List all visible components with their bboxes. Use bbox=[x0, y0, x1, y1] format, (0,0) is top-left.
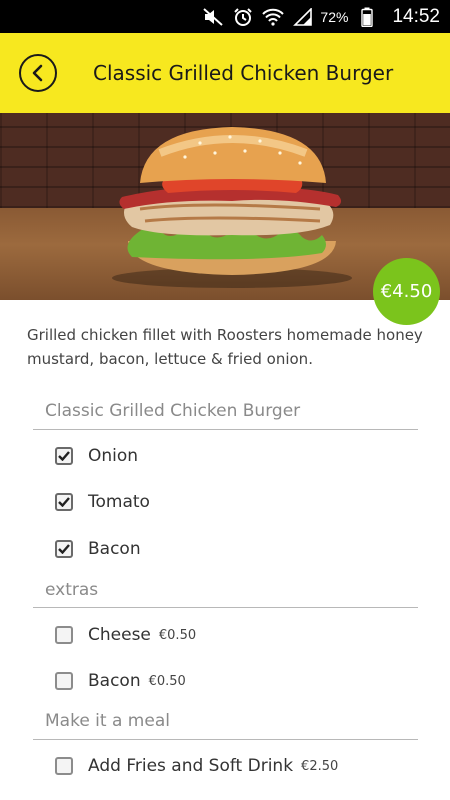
option-tomato[interactable]: Tomato bbox=[55, 490, 150, 514]
alarm-icon bbox=[232, 7, 254, 27]
option-label: Cheese bbox=[88, 625, 151, 645]
checkbox-checked-icon[interactable] bbox=[55, 540, 73, 558]
option-label: Tomato bbox=[88, 492, 150, 512]
mute-icon bbox=[202, 7, 224, 27]
checkbox-icon[interactable] bbox=[55, 672, 73, 690]
option-fries-drink[interactable]: Add Fries and Soft Drink €2.50 bbox=[55, 754, 338, 778]
section-divider bbox=[33, 607, 418, 608]
checkbox-icon[interactable] bbox=[55, 757, 73, 775]
battery-icon bbox=[356, 7, 378, 27]
checkbox-checked-icon[interactable] bbox=[55, 447, 73, 465]
option-extra-bacon[interactable]: Bacon €0.50 bbox=[55, 669, 186, 693]
checkbox-checked-icon[interactable] bbox=[55, 493, 73, 511]
section-title-burger: Classic Grilled Chicken Burger bbox=[45, 401, 301, 421]
wifi-icon bbox=[262, 7, 285, 27]
chevron-left-icon bbox=[32, 64, 43, 82]
option-label: Bacon bbox=[88, 671, 141, 691]
option-bacon[interactable]: Bacon bbox=[55, 537, 141, 561]
section-divider bbox=[33, 429, 418, 430]
checkbox-icon[interactable] bbox=[55, 626, 73, 644]
back-button[interactable] bbox=[19, 54, 57, 92]
app-header: Classic Grilled Chicken Burger bbox=[0, 33, 450, 113]
section-title-extras: extras bbox=[45, 580, 99, 600]
option-cheese[interactable]: Cheese €0.50 bbox=[55, 623, 196, 647]
section-title-meal: Make it a meal bbox=[45, 711, 170, 731]
page-title: Classic Grilled Chicken Burger bbox=[93, 61, 394, 85]
clock-time: 14:52 bbox=[392, 5, 440, 27]
product-description: Grilled chicken fillet with Roosters hom… bbox=[27, 326, 423, 368]
option-price: €2.50 bbox=[301, 758, 339, 774]
option-label: Add Fries and Soft Drink bbox=[88, 756, 294, 776]
option-label: Bacon bbox=[88, 539, 141, 559]
option-onion[interactable]: Onion bbox=[55, 444, 138, 468]
battery-percent: 72% bbox=[320, 8, 349, 25]
status-bar: 72% 14:52 bbox=[0, 0, 450, 33]
signal-icon bbox=[292, 7, 314, 27]
price-badge: €4.50 bbox=[373, 258, 440, 325]
option-price: €0.50 bbox=[158, 627, 197, 643]
option-label: Onion bbox=[88, 446, 139, 466]
option-price: €0.50 bbox=[148, 673, 186, 689]
section-divider bbox=[33, 739, 418, 740]
